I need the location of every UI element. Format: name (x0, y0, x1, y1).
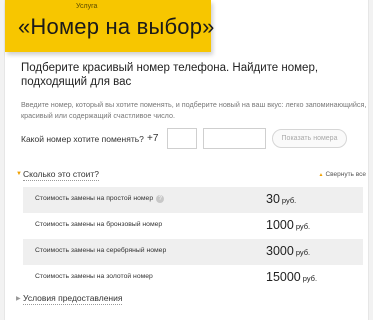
price-row: Стоимость замены на бронзовый номер 1000… (23, 213, 363, 239)
price-row-name: Стоимость замены на простой номер? (35, 195, 165, 203)
price-table: Стоимость замены на простой номер? 30 руб… (23, 187, 363, 291)
price-value: 3000 (266, 244, 294, 258)
price-row-amount: 30 руб. (266, 192, 296, 206)
price-value: 30 (266, 192, 280, 206)
cost-section-toggle[interactable]: Сколько это стоит? (23, 169, 99, 181)
price-value: 15000 (266, 270, 301, 284)
description: Введите номер, который вы хотите поменят… (21, 100, 367, 120)
conditions-toggle[interactable]: Условия предоставления (23, 293, 123, 305)
triangle-down-icon: ▼ (16, 171, 22, 177)
price-currency: руб. (281, 196, 297, 205)
price-currency: руб. (302, 274, 318, 283)
price-row-amount: 3000 руб. (266, 244, 310, 258)
country-code-prefix: +7 (147, 133, 159, 144)
question-icon[interactable]: ? (156, 195, 165, 203)
triangle-up-icon: ▲ (318, 172, 324, 178)
price-currency: руб. (295, 248, 311, 257)
page-title: «Номер на выбор» (18, 14, 215, 39)
collapse-all-label: Свернуть все (325, 171, 366, 178)
triangle-right-icon: ▶ (16, 296, 21, 302)
price-row-label: Стоимость замены на бронзовый номер (35, 221, 163, 228)
cost-section-header[interactable]: ▼ Сколько это стоит? ▲ Свернуть все (15, 168, 366, 182)
headline: Подберите красивый номер телефона. Найди… (21, 62, 319, 88)
operator-code-input[interactable] (167, 128, 197, 149)
price-row-amount: 15000 руб. (266, 270, 317, 284)
phone-number-input[interactable] (203, 128, 266, 149)
number-query-label: Какой номер хотите поменять? (21, 134, 144, 144)
price-row-label: Стоимость замены на серебряный номер (35, 247, 167, 254)
collapse-all-link[interactable]: ▲ Свернуть все (318, 171, 366, 178)
price-currency: руб. (295, 222, 311, 231)
show-numbers-button[interactable]: Показать номера (272, 129, 347, 148)
price-row: Стоимость замены на серебряный номер 300… (23, 239, 363, 265)
conditions-section-header[interactable]: ▶ Условия предоставления (15, 292, 215, 306)
price-row-label: Стоимость замены на золотой номер (35, 273, 153, 280)
price-value: 1000 (266, 218, 294, 232)
service-card: Услуга «Номер на выбор» Подберите красив… (4, 0, 369, 320)
price-row-amount: 1000 руб. (266, 218, 310, 232)
service-banner: Услуга «Номер на выбор» (5, 0, 214, 52)
number-query-row: Какой номер хотите поменять? +7 Показать… (21, 128, 366, 151)
price-row: Стоимость замены на золотой номер 15000 р… (23, 265, 363, 291)
price-row-label: Стоимость замены на простой номер (35, 195, 154, 202)
banner-kicker: Услуга (76, 3, 98, 10)
price-row: Стоимость замены на простой номер? 30 руб… (23, 187, 363, 213)
